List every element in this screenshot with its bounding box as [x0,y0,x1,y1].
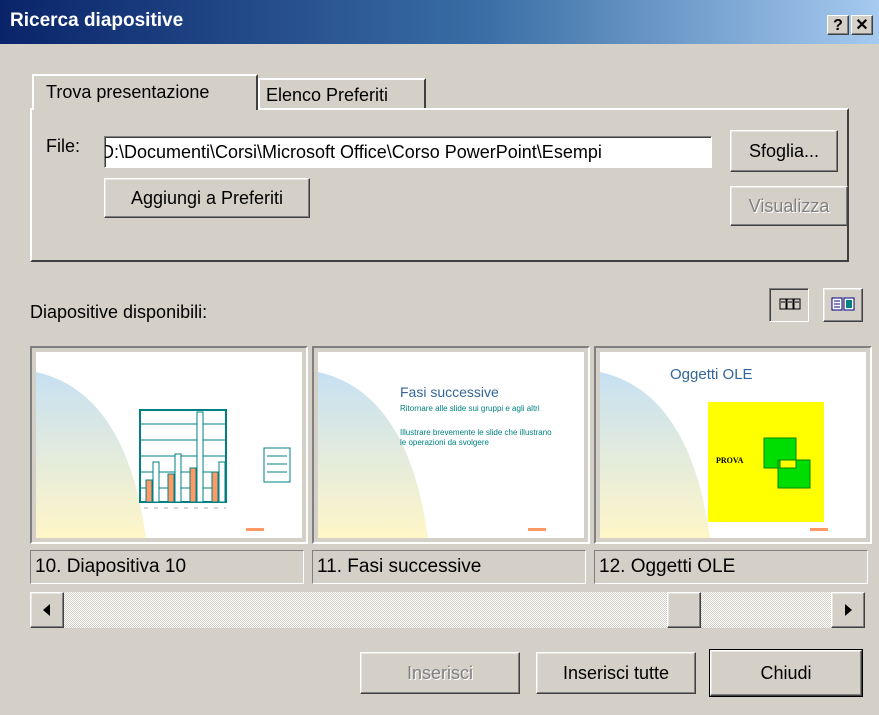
slide-caption: 12. Oggetti OLE [594,550,868,584]
slide-title: Oggetti OLE [670,366,753,383]
add-to-favorites-button[interactable]: Aggiungi a Preferiti [104,178,310,218]
list-view-icon [831,297,855,311]
arrow-left-icon [43,604,50,616]
ole-object-label: PROVA [716,456,744,465]
view-thumbnails-button[interactable] [769,288,809,322]
tab-label: Elenco Preferiti [266,85,389,105]
window-title: Ricerca diapositive [10,10,184,31]
close-button[interactable]: Chiudi [709,649,863,697]
slide-preview: Fasi successive Ritornare alle slide sui… [318,352,584,538]
scroll-thumb[interactable] [667,592,701,628]
view-button[interactable]: Visualizza [730,186,848,226]
file-label: File: [46,136,81,156]
tab-elenco-preferiti[interactable]: Elenco Preferiti [258,78,426,108]
browse-button[interactable]: Sfoglia... [730,130,838,172]
scroll-right-button[interactable] [831,592,865,628]
insert-all-button[interactable]: Inserisci tutte [536,652,696,694]
tab-label: Trova presentazione [46,82,210,102]
arrow-right-icon [845,604,852,616]
slide-chart-graphic [36,372,291,538]
help-icon: ? [833,17,843,34]
help-button[interactable]: ? [827,15,849,35]
available-slides-label: Diapositive disponibili: [30,302,208,322]
slide-thumbnail-11[interactable]: Fasi successive Ritornare alle slide sui… [312,346,590,544]
slide-thumbnail-12[interactable]: Oggetti OLE PROVA [594,346,872,544]
thumbnails-view-icon [779,298,801,310]
view-list-button[interactable] [823,288,863,322]
file-path-input[interactable]: D:\Documenti\Corsi\Microsoft Office\Cors… [104,136,712,168]
slide-bullet: Illustrare brevemente le slide che illus… [400,428,552,447]
tab-trova-presentazione[interactable]: Trova presentazione [32,74,258,110]
slide-bullet: Ritornare alle slide sui gruppi e agli a… [400,404,540,413]
close-window-button[interactable]: ✕ [851,15,873,35]
slide-thumbnail-10[interactable] [30,346,308,544]
horizontal-scrollbar[interactable] [30,592,865,628]
title-bar: Ricerca diapositive ? ✕ [0,0,879,44]
slide-caption: 10. Diapositiva 10 [30,550,304,584]
slide-preview: Oggetti OLE PROVA [600,352,866,538]
slide-preview [36,352,302,538]
slide-title: Fasi successive [400,384,499,400]
scroll-left-button[interactable] [30,592,64,628]
slide-caption: 11. Fasi successive [312,550,586,584]
close-icon: ✕ [855,17,869,34]
insert-button[interactable]: Inserisci [360,652,520,694]
